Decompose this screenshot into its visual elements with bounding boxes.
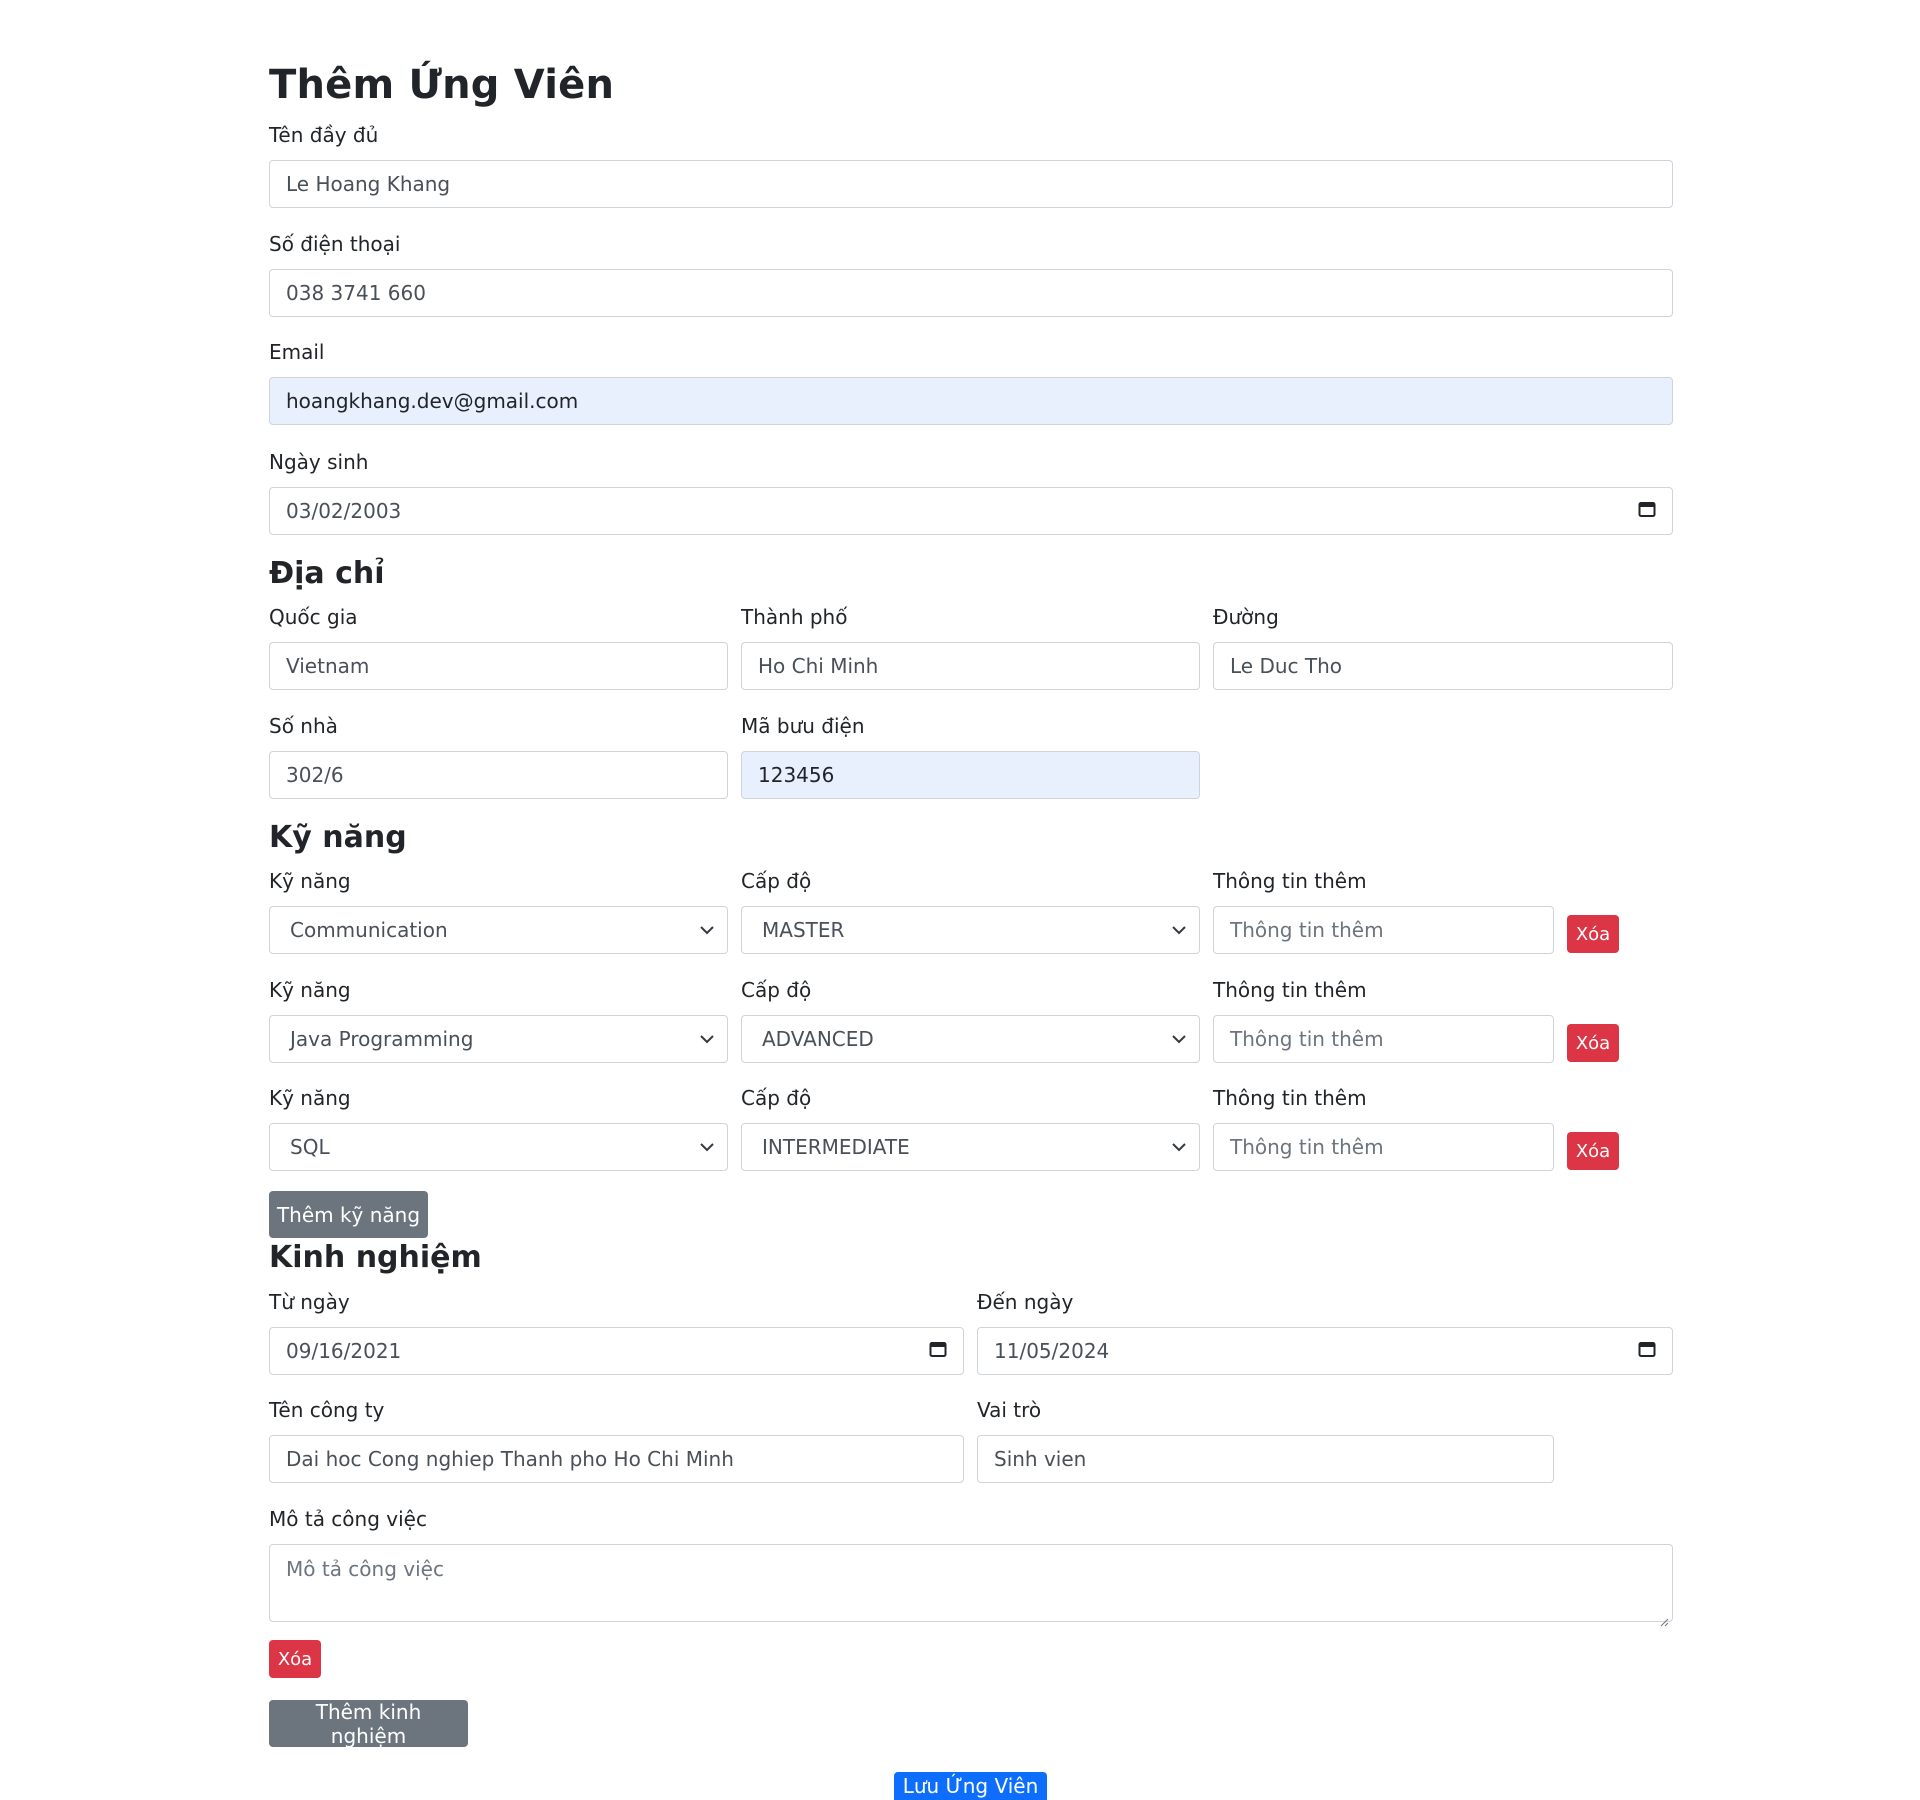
phone-label: Số điện thoại — [269, 232, 401, 256]
street-value: Le Duc Tho — [1230, 654, 1343, 678]
from-date-field[interactable]: 09/16/2021 — [269, 1327, 964, 1375]
chevron-down-icon — [699, 1139, 715, 1155]
info-label: Thông tin thêm — [1213, 978, 1367, 1002]
city-field[interactable]: Ho Chi Minh — [741, 642, 1200, 690]
company-field[interactable]: Dai hoc Cong nghiep Thanh pho Ho Chi Min… — [269, 1435, 964, 1483]
info-field[interactable]: Thông tin thêm — [1213, 1123, 1554, 1171]
level-select-value: INTERMEDIATE — [762, 1135, 910, 1159]
skill-select[interactable]: SQL — [269, 1123, 728, 1171]
delete-skill-button[interactable]: Xóa — [1567, 915, 1619, 953]
delete-skill-button[interactable]: Xóa — [1567, 1024, 1619, 1062]
country-field[interactable]: Vietnam — [269, 642, 728, 690]
info-placeholder: Thông tin thêm — [1230, 1027, 1384, 1051]
dob-value: 03/02/2003 — [286, 499, 402, 523]
info-field[interactable]: Thông tin thêm — [1213, 1015, 1554, 1063]
experience-heading: Kinh nghiệm — [269, 1240, 482, 1275]
chevron-down-icon — [1171, 1031, 1187, 1047]
role-field[interactable]: Sinh vien — [977, 1435, 1554, 1483]
save-candidate-button[interactable]: Lưu Ứng Viên — [894, 1772, 1047, 1800]
skill-select-value: Java Programming — [290, 1027, 474, 1051]
add-experience-button[interactable]: Thêm kinh nghiệm — [269, 1700, 468, 1748]
from-date-value: 09/16/2021 — [286, 1339, 402, 1363]
fullname-value: Le Hoang Khang — [286, 172, 451, 196]
job-description-field[interactable]: Mô tả công việc — [269, 1544, 1673, 1627]
chevron-down-icon — [1171, 1139, 1187, 1155]
city-value: Ho Chi Minh — [758, 654, 879, 678]
to-date-label: Đến ngày — [977, 1290, 1074, 1314]
skill-select[interactable]: Java Programming — [269, 1015, 728, 1063]
page-title: Thêm Ứng Viên — [269, 62, 615, 108]
info-placeholder: Thông tin thêm — [1230, 918, 1384, 942]
from-date-label: Từ ngày — [269, 1290, 350, 1314]
level-select-value: ADVANCED — [762, 1027, 874, 1051]
info-field[interactable]: Thông tin thêm — [1213, 906, 1554, 954]
phone-value: 038 3741 660 — [286, 281, 426, 305]
skill-select-value: SQL — [290, 1135, 330, 1159]
level-select-value: MASTER — [762, 918, 845, 942]
chevron-down-icon — [699, 1031, 715, 1047]
fullname-label: Tên đầy đủ — [269, 123, 379, 147]
info-label: Thông tin thêm — [1213, 869, 1367, 893]
info-placeholder: Thông tin thêm — [1230, 1135, 1384, 1159]
house-number-field[interactable]: 302/6 — [269, 751, 728, 799]
delete-skill-button[interactable]: Xóa — [1567, 1132, 1619, 1170]
country-label: Quốc gia — [269, 605, 358, 629]
resize-handle-icon[interactable] — [1659, 1608, 1669, 1627]
calendar-icon[interactable] — [1638, 499, 1656, 523]
email-value: hoangkhang.dev@gmail.com — [286, 389, 579, 413]
calendar-icon[interactable] — [1638, 1339, 1656, 1363]
role-value: Sinh vien — [994, 1447, 1087, 1471]
candidate-form: Thêm Ứng Viên Tên đầy đủ Le Hoang Khang … — [0, 0, 1920, 1800]
address-heading: Địa chỉ — [269, 556, 385, 591]
company-label: Tên công ty — [269, 1398, 385, 1422]
phone-field[interactable]: 038 3741 660 — [269, 269, 1673, 317]
role-label: Vai trò — [977, 1398, 1042, 1422]
chevron-down-icon — [699, 922, 715, 938]
skill-label: Kỹ năng — [269, 978, 351, 1002]
to-date-field[interactable]: 11/05/2024 — [977, 1327, 1673, 1375]
dob-field[interactable]: 03/02/2003 — [269, 487, 1673, 535]
skill-select[interactable]: Communication — [269, 906, 728, 954]
street-label: Đường — [1213, 605, 1279, 629]
to-date-value: 11/05/2024 — [994, 1339, 1110, 1363]
email-label: Email — [269, 340, 325, 364]
fullname-field[interactable]: Le Hoang Khang — [269, 160, 1673, 208]
level-select[interactable]: ADVANCED — [741, 1015, 1200, 1063]
skills-heading: Kỹ năng — [269, 820, 407, 855]
zip-label: Mã bưu điện — [741, 714, 865, 738]
country-value: Vietnam — [286, 654, 370, 678]
email-field[interactable]: hoangkhang.dev@gmail.com — [269, 377, 1673, 425]
city-label: Thành phố — [741, 605, 848, 629]
calendar-icon[interactable] — [929, 1339, 947, 1363]
street-field[interactable]: Le Duc Tho — [1213, 642, 1673, 690]
skill-label: Kỹ năng — [269, 1086, 351, 1110]
dob-label: Ngày sinh — [269, 450, 369, 474]
zip-value: 123456 — [758, 763, 835, 787]
level-select[interactable]: MASTER — [741, 906, 1200, 954]
level-label: Cấp độ — [741, 869, 812, 893]
zip-field[interactable]: 123456 — [741, 751, 1200, 799]
add-skill-button[interactable]: Thêm kỹ năng — [269, 1191, 428, 1238]
delete-experience-button[interactable]: Xóa — [269, 1640, 321, 1678]
house-number-label: Số nhà — [269, 714, 338, 738]
level-label: Cấp độ — [741, 1086, 812, 1110]
info-label: Thông tin thêm — [1213, 1086, 1367, 1110]
skill-label: Kỹ năng — [269, 869, 351, 893]
level-select[interactable]: INTERMEDIATE — [741, 1123, 1200, 1171]
job-description-placeholder: Mô tả công việc — [286, 1557, 444, 1581]
job-description-label: Mô tả công việc — [269, 1507, 427, 1531]
house-number-value: 302/6 — [286, 763, 344, 787]
skill-select-value: Communication — [290, 918, 448, 942]
chevron-down-icon — [1171, 922, 1187, 938]
level-label: Cấp độ — [741, 978, 812, 1002]
company-value: Dai hoc Cong nghiep Thanh pho Ho Chi Min… — [286, 1447, 734, 1471]
